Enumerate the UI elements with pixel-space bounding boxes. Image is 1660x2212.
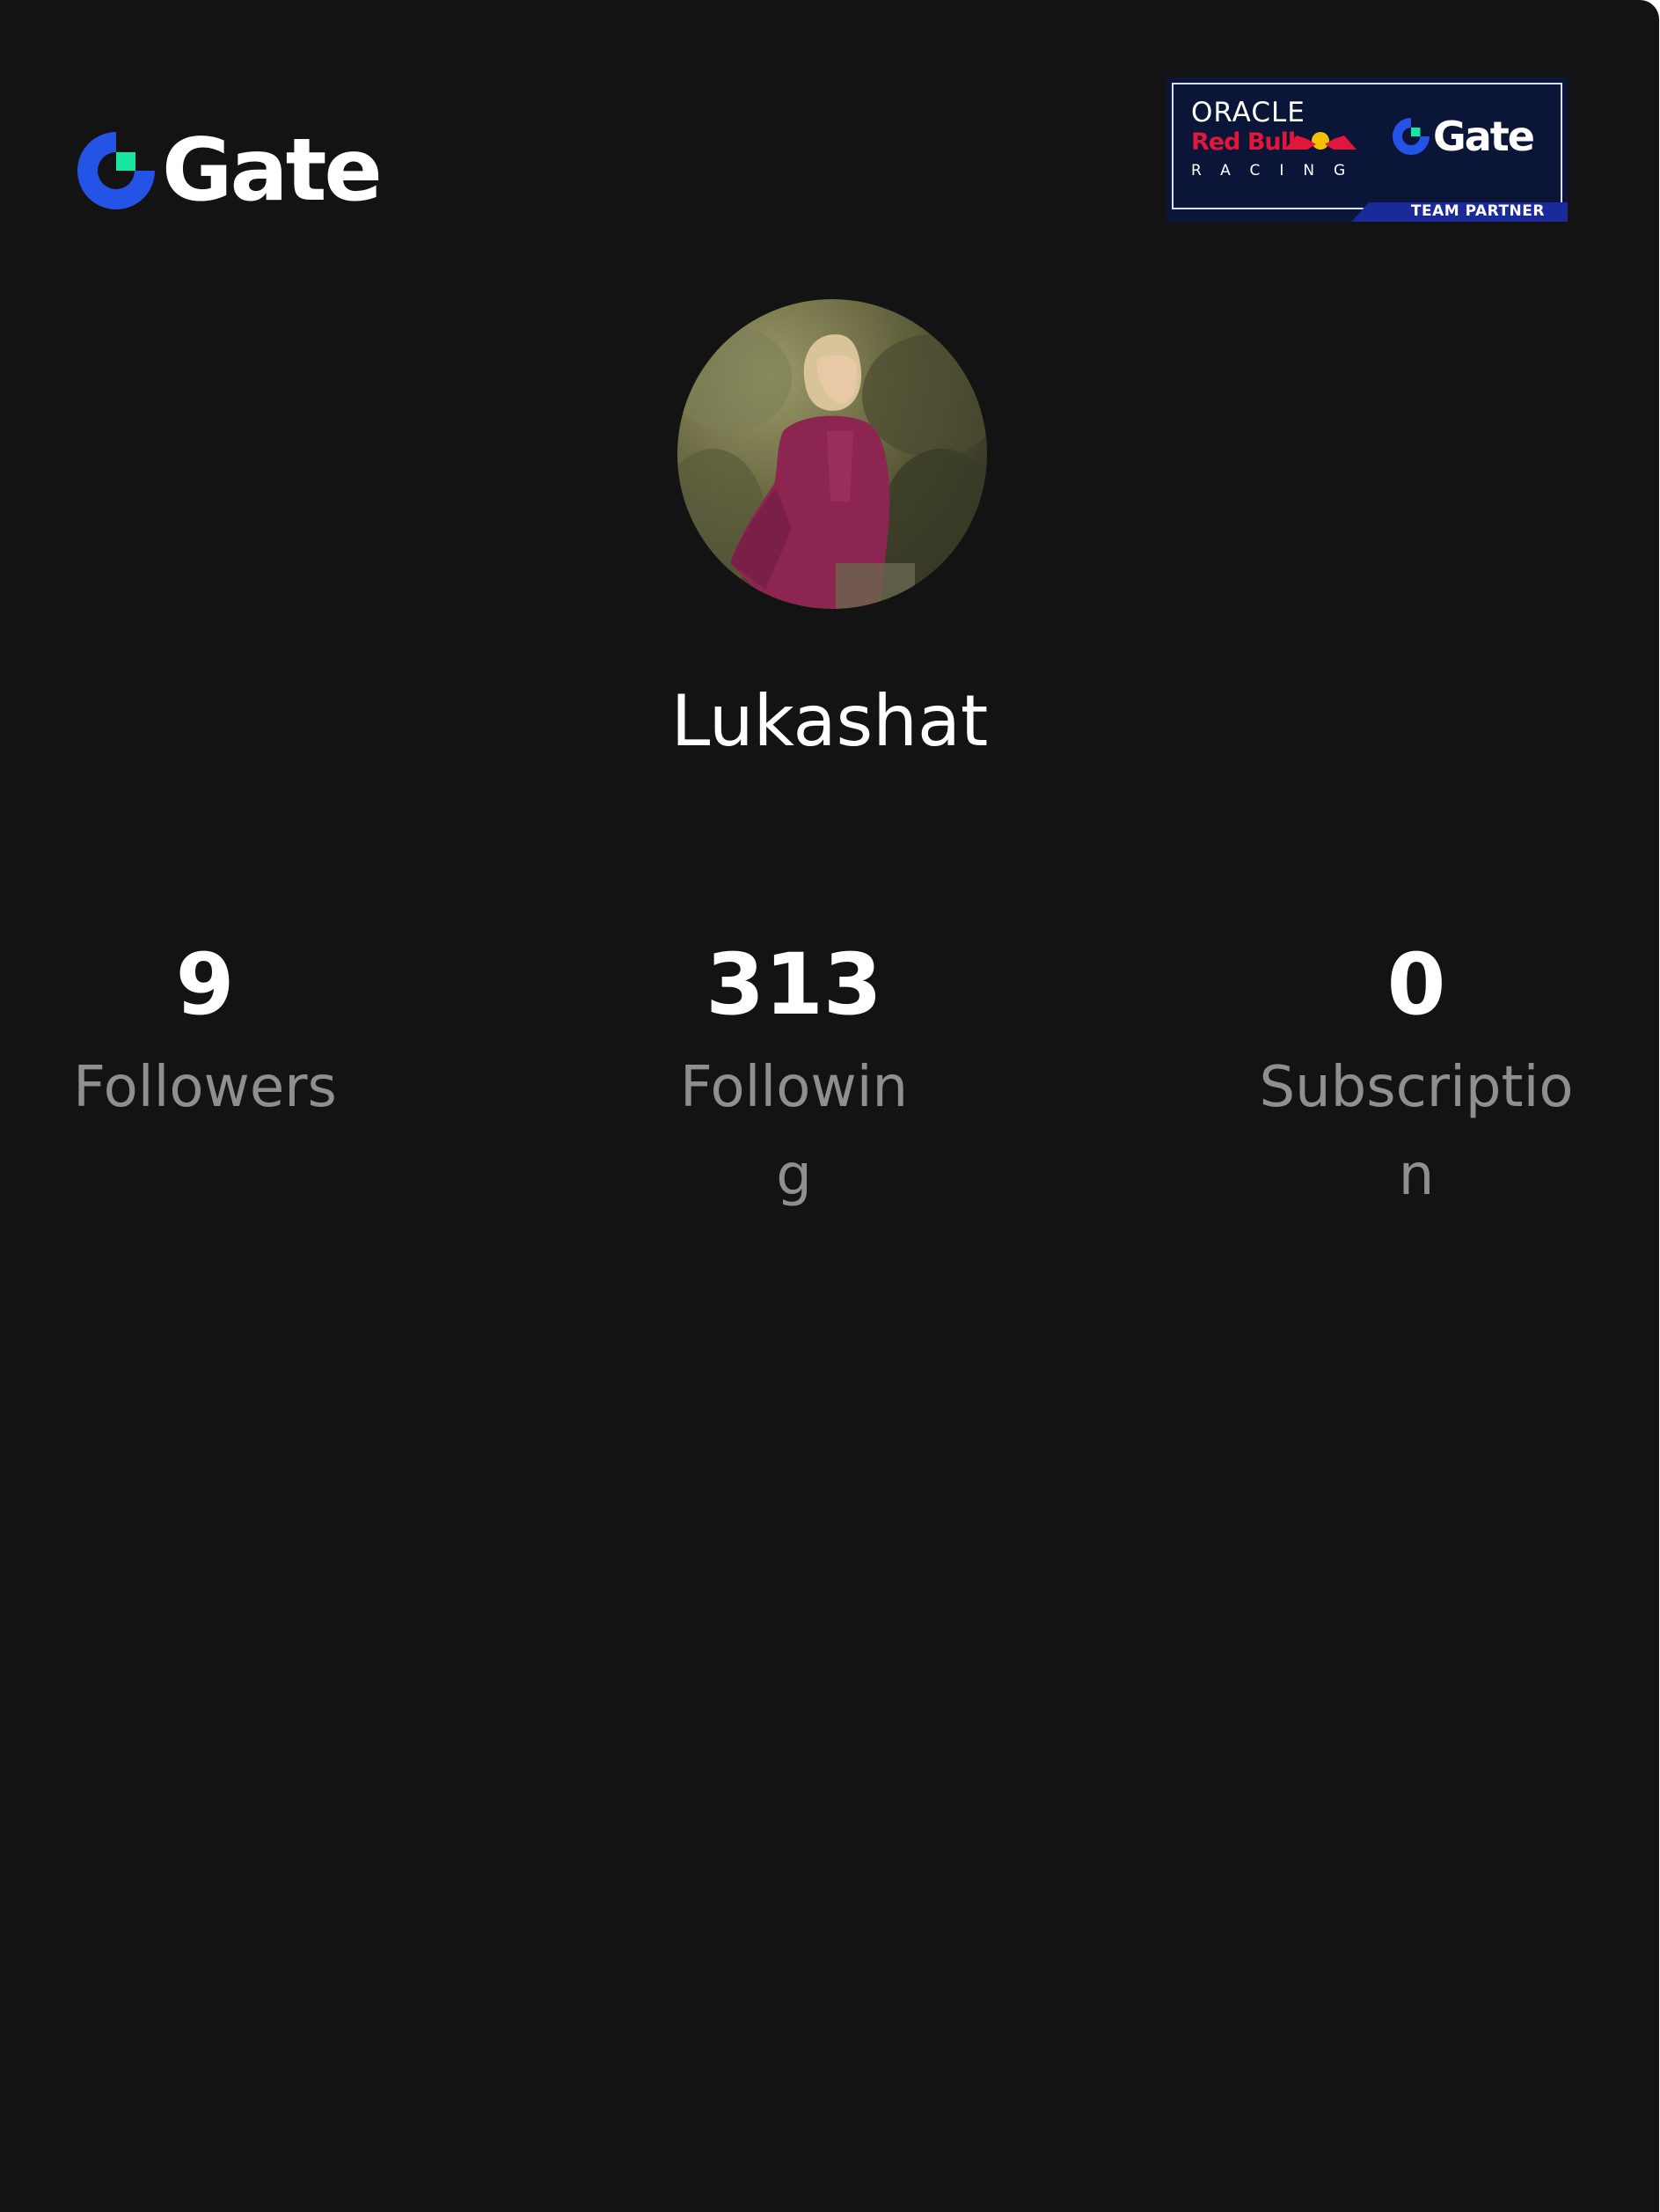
gate-logo-icon (77, 132, 155, 209)
following-label: Following (679, 1055, 909, 1208)
profile-photo-icon (677, 326, 987, 609)
badge-gate-text: Gate (1433, 113, 1535, 160)
gate-logo-text: Gate (162, 121, 383, 221)
gate-logo[interactable]: Gate (76, 121, 383, 221)
badge-footer-text: TEAM PARTNER (1410, 202, 1545, 220)
subscription-label: Subscription (1259, 1055, 1574, 1208)
followers-count: 9 (175, 935, 235, 1034)
username: Lukashat (670, 680, 989, 762)
badge-gate-logo: Gate (1392, 113, 1535, 160)
badge-gate-icon (1392, 117, 1430, 156)
followers-label: Followers (73, 1055, 337, 1120)
subscription-count: 0 (1386, 935, 1446, 1034)
badge-racing-text: RACING (1191, 162, 1365, 179)
badge-redbull-text: Red Bull (1191, 128, 1296, 156)
profile-card: Gate ORACLE Red Bull RACING Gate TEAM PA… (0, 0, 1659, 2212)
red-bull-icon (1284, 132, 1357, 150)
avatar[interactable] (677, 299, 987, 609)
stat-subscription[interactable]: 0 Subscription (1258, 936, 1575, 1220)
stat-followers[interactable]: 9 Followers (53, 936, 357, 1132)
partner-badge: ORACLE Red Bull RACING Gate TEAM PARTNER (1166, 77, 1568, 222)
stat-following[interactable]: 313 Following (673, 936, 915, 1220)
badge-oracle-text: ORACLE (1191, 97, 1305, 128)
following-count: 313 (706, 935, 882, 1034)
